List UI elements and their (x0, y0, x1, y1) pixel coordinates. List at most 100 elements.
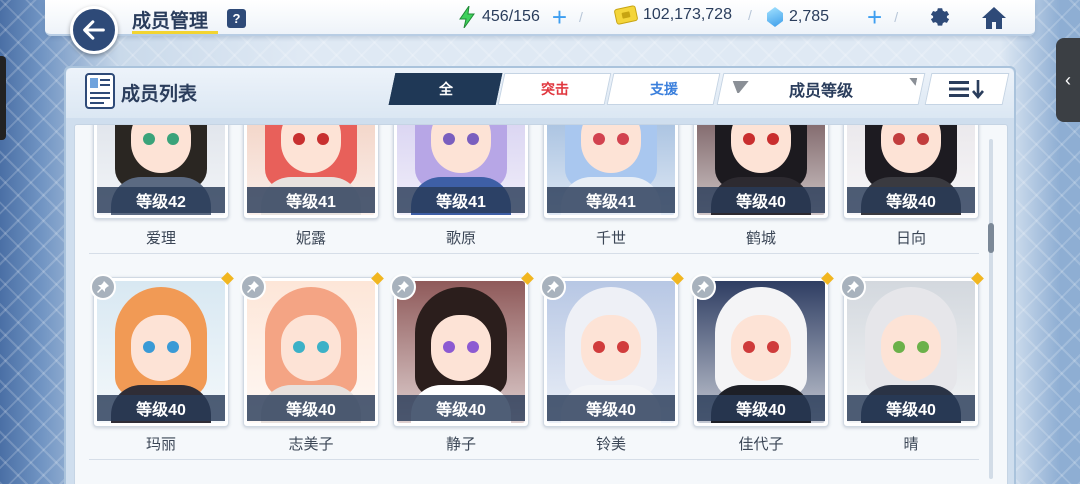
device-edge (0, 56, 6, 140)
student-card[interactable]: 等级41 (393, 125, 529, 219)
scrollbar-track[interactable] (989, 139, 993, 479)
arrow-left-icon (83, 20, 105, 40)
student-card[interactable]: 等级40 (840, 272, 984, 427)
level-badge: 等级40 (697, 395, 825, 421)
tab-label: 突击 (540, 81, 569, 97)
ap-plus-button[interactable]: + (552, 4, 567, 30)
separator: / (747, 7, 752, 23)
student-card[interactable]: 等级42 (93, 125, 229, 219)
back-button[interactable] (70, 6, 118, 54)
student-card[interactable]: 等级40 (693, 125, 829, 219)
portrait-face (431, 315, 491, 381)
tab-support[interactable]: 支援 (606, 73, 721, 105)
student-name: 志美子 (288, 436, 334, 453)
tab-assault[interactable]: 突击 (497, 73, 612, 105)
student-name: 爱理 (145, 230, 176, 247)
level-badge: 等级42 (97, 187, 225, 213)
level-badge: 等级40 (247, 395, 375, 421)
pin-icon[interactable] (390, 274, 416, 300)
pin-icon[interactable] (240, 274, 266, 300)
settings-button[interactable] (926, 4, 954, 32)
ap-resource: 456/156 + / (458, 4, 583, 30)
student-name: 妮露 (295, 230, 326, 247)
gem-icon (767, 7, 783, 27)
dropdown-corner-icon (908, 78, 918, 86)
sort-order-button[interactable] (924, 73, 1010, 105)
student-card[interactable]: 等级40 (240, 272, 384, 427)
home-icon (982, 7, 1006, 29)
pin-icon[interactable] (840, 274, 866, 300)
page-title: 成员管理 (132, 11, 209, 32)
student-card[interactable]: 等级40 (390, 272, 534, 427)
student-card[interactable]: 等级40 (843, 125, 979, 219)
portrait-eye (443, 341, 455, 353)
side-drawer-tab[interactable]: ‹ (1056, 38, 1080, 122)
student-name: 佳代子 (738, 436, 784, 453)
portrait-eye (767, 133, 779, 145)
level-badge: 等级40 (547, 395, 675, 421)
gear-icon (930, 8, 950, 26)
student-name: 铃美 (595, 436, 626, 453)
portrait-eye (617, 341, 629, 353)
student-card[interactable]: 等级40 (90, 272, 234, 427)
pin-icon[interactable] (690, 274, 716, 300)
panel-title: 成员列表 (121, 84, 198, 105)
portrait-eye (317, 133, 329, 145)
tab-label: 支援 (649, 81, 678, 97)
portrait-face (881, 315, 941, 381)
portrait-eye (593, 133, 605, 145)
student-name: 鹤城 (745, 230, 776, 247)
pin-icon[interactable] (540, 274, 566, 300)
scrollbar-thumb[interactable] (988, 223, 994, 253)
gem-value: 2,785 (789, 8, 830, 25)
level-badge: 等级40 (397, 395, 525, 421)
portrait-eye (893, 341, 905, 353)
gem-plus-button[interactable]: + (867, 4, 882, 30)
student-card[interactable]: 等级40 (690, 272, 834, 427)
portrait-eye (467, 341, 479, 353)
portrait-eye (143, 133, 155, 145)
portrait-eye (443, 133, 455, 145)
level-badge: 等级41 (547, 187, 675, 213)
student-name: 玛丽 (145, 436, 176, 453)
portrait-eye (593, 341, 605, 353)
filter-icon (730, 81, 749, 93)
level-badge: 等级40 (847, 395, 975, 421)
lightning-icon (459, 6, 475, 28)
portrait-eye (743, 133, 755, 145)
help-button[interactable]: ? (227, 9, 246, 28)
portrait-face (581, 315, 641, 381)
separator: / (894, 9, 899, 25)
sort-label: 成员等级 (788, 83, 853, 100)
title-underline (132, 31, 218, 34)
portrait-eye (317, 341, 329, 353)
credit-value: 102,173,728 (643, 6, 732, 23)
credit-icon (613, 4, 639, 26)
student-name: 千世 (595, 230, 626, 247)
credit-resource: 102,173,728 / (613, 4, 752, 26)
student-name: 日向 (895, 230, 926, 247)
sort-descending-icon (949, 80, 984, 100)
student-name: 静子 (445, 436, 476, 453)
portrait-eye (917, 341, 929, 353)
student-card[interactable]: 等级40 (540, 272, 684, 427)
portrait-face (731, 315, 791, 381)
portrait-eye (467, 133, 479, 145)
portrait-eye (743, 341, 755, 353)
portrait-eye (767, 341, 779, 353)
member-grid[interactable]: 等级42 爱理 等级41 妮露 等级41 歌原 等级41 千世 等级40 鹤城 等级40 日向 等级4… (74, 124, 1008, 484)
level-badge: 等级41 (247, 187, 375, 213)
student-card[interactable]: 等级41 (243, 125, 379, 219)
student-card[interactable]: 等级41 (543, 125, 679, 219)
portrait-eye (917, 133, 929, 145)
sort-dropdown[interactable]: 成员等级 (716, 73, 926, 105)
student-name: 晴 (903, 436, 919, 453)
role-filter-tabs: 全 突击 支援 (388, 73, 721, 105)
level-badge: 等级40 (697, 187, 825, 213)
tab-all[interactable]: 全 (388, 73, 503, 105)
home-button[interactable] (980, 4, 1008, 32)
gem-resource: 2,785 + / (767, 4, 899, 30)
ap-value: 456/156 (482, 8, 540, 25)
member-list-panel: 成员列表 全 突击 支援 成员等级 等级42 爱理 等级41 妮露 等级41 歌原 等级41… (64, 66, 1016, 484)
pin-icon[interactable] (90, 274, 116, 300)
